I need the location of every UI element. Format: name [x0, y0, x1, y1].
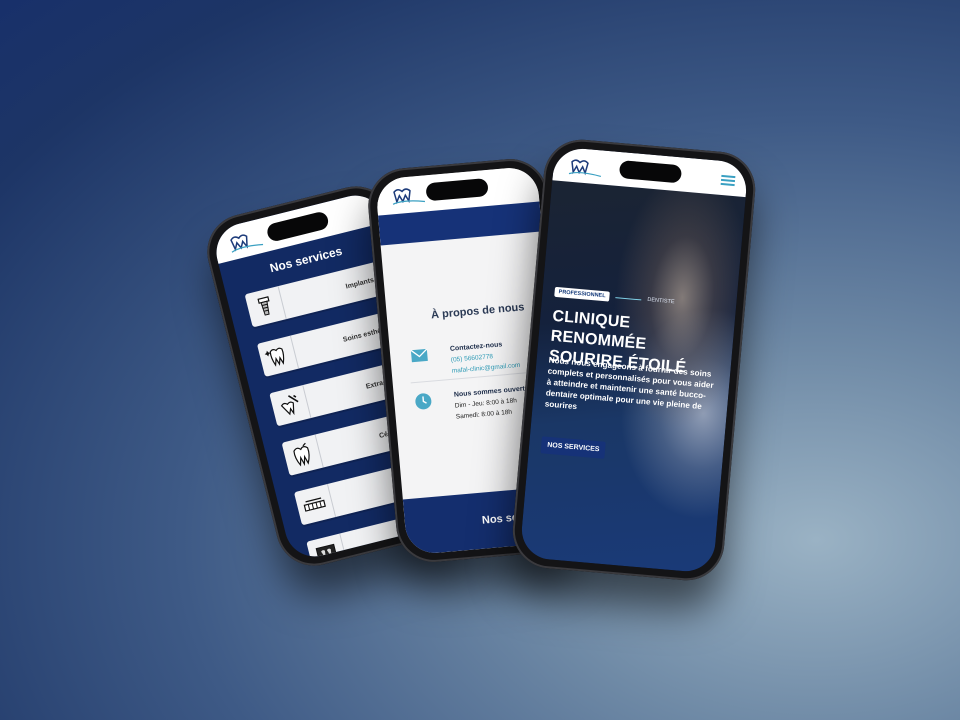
clinic-logo[interactable] [390, 183, 428, 208]
tag-dentiste: DENTISTE [647, 296, 675, 306]
contact-text: Contactez-nous (05) 56602778 mafal-clini… [449, 338, 521, 377]
tooth-sparkle-icon [256, 335, 300, 377]
xray-icon [306, 533, 349, 563]
tag-divider [615, 296, 642, 300]
clock-icon [414, 392, 434, 412]
clinic-logo[interactable] [567, 156, 605, 181]
hours-text: Nous sommes ouverts Dim - Jeu: 8:00 à 18… [453, 383, 531, 422]
tooth-extraction-icon [269, 384, 312, 427]
home-screen: PROFESSIONNEL DENTISTE CLINIQUE RENOMMÉE… [519, 146, 749, 574]
phone-mockup-home: PROFESSIONNEL DENTISTE CLINIQUE RENOMMÉE… [509, 136, 759, 584]
tooth-crown-icon [281, 434, 324, 476]
mail-icon [410, 346, 430, 366]
implant-icon [244, 285, 287, 328]
dental-veneer-icon [293, 483, 337, 526]
hamburger-menu-icon[interactable] [720, 174, 736, 187]
